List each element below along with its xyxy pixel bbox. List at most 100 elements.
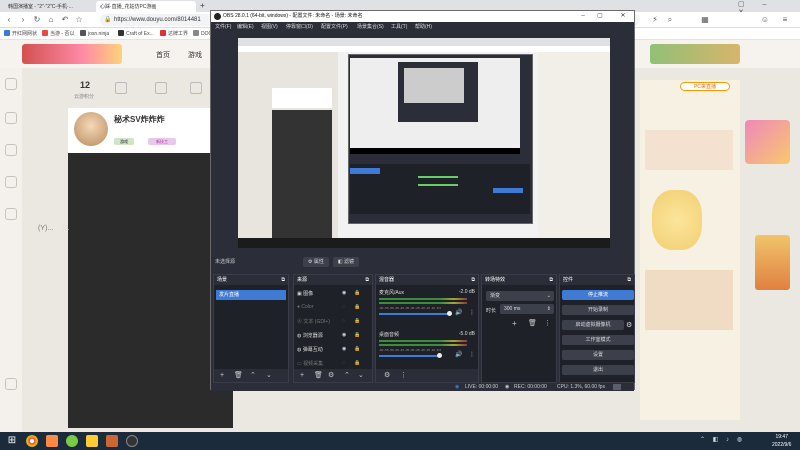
promo-banner[interactable] xyxy=(755,235,790,290)
avatar[interactable] xyxy=(74,112,108,146)
menu-icon[interactable]: ≡ xyxy=(780,15,790,25)
dock-popout-icon[interactable]: ⧉ xyxy=(627,275,631,285)
app-icon[interactable] xyxy=(46,435,58,447)
gear-icon[interactable]: ⚙ xyxy=(384,372,390,379)
exit-button[interactable]: 退出 xyxy=(562,365,634,375)
live-badge[interactable]: PC来直播 xyxy=(680,82,730,91)
browser-icon[interactable] xyxy=(66,435,78,447)
properties-button[interactable]: ⚙ 属性 xyxy=(303,257,329,267)
kebab-icon[interactable]: ⋮ xyxy=(469,309,475,316)
add-icon[interactable]: + xyxy=(220,372,224,379)
rail-follow-icon[interactable] xyxy=(5,112,17,124)
eye-icon[interactable]: ◉ xyxy=(342,332,346,338)
task-icon[interactable] xyxy=(115,82,127,94)
menu-view[interactable]: 视图(V) xyxy=(261,23,278,30)
eye-icon[interactable]: ◉ xyxy=(342,346,346,352)
close-icon[interactable]: ✕ xyxy=(616,11,630,22)
forward-icon[interactable]: › xyxy=(18,15,28,25)
start-icon[interactable]: ⊞ xyxy=(6,435,18,447)
menu-help[interactable]: 帮助(H) xyxy=(415,23,432,30)
transition-select[interactable]: 渐变 ⌄ xyxy=(486,291,554,301)
profile-icon[interactable]: ☺ xyxy=(760,15,770,25)
eye-hidden-icon[interactable]: ◌ xyxy=(342,304,345,310)
obs-icon[interactable] xyxy=(126,435,138,447)
up-arrow-icon[interactable]: ⌃ xyxy=(344,372,350,379)
kebab-icon[interactable]: ⋮ xyxy=(400,372,407,379)
volume-slider[interactable] xyxy=(379,313,449,315)
folder-icon[interactable] xyxy=(86,435,98,447)
speaker-icon[interactable]: 🔊 xyxy=(455,309,462,316)
back-icon[interactable]: ‹ xyxy=(4,15,14,25)
reload-icon[interactable]: ↻ xyxy=(32,15,42,25)
source-item[interactable]: ● Color ◌ 🔒 xyxy=(297,304,371,313)
slider-handle[interactable] xyxy=(447,311,452,316)
minimize-icon[interactable]: – xyxy=(576,11,590,22)
lock-icon[interactable]: 🔒 xyxy=(354,304,360,310)
check-icon[interactable] xyxy=(190,82,202,94)
rail-live-icon[interactable] xyxy=(5,176,17,188)
video-player[interactable]: (Y)... 11 xyxy=(38,153,233,428)
chrome-icon[interactable] xyxy=(26,435,38,447)
volume-slider[interactable] xyxy=(379,355,439,357)
start-recording-button[interactable]: 开始录制 xyxy=(562,305,634,315)
eye-hidden-icon[interactable]: ◌ xyxy=(342,360,345,366)
source-item[interactable]: Ⓐ 文本 (GDI+) ◌ 🔒 xyxy=(297,318,371,327)
new-tab-button[interactable]: + xyxy=(198,1,208,12)
lock-icon[interactable]: 🔒 xyxy=(354,346,360,352)
dock-popout-icon[interactable]: ⧉ xyxy=(471,275,475,285)
gear-icon[interactable]: ⚙ xyxy=(328,372,334,379)
maximize-icon[interactable]: ▢ xyxy=(593,11,607,22)
lightning-icon[interactable]: ⚡ xyxy=(650,15,660,25)
bookmark-item[interactable]: 当游 - 否以 xyxy=(42,30,74,37)
menu-docks[interactable]: 停靠窗口(D) xyxy=(286,23,313,30)
star-icon[interactable]: ☆ xyxy=(74,15,84,25)
rail-settings-icon[interactable] xyxy=(5,378,17,390)
bookmark-item[interactable]: josn.ninja xyxy=(80,30,109,37)
up-arrow-icon[interactable]: ⌃ xyxy=(250,372,256,379)
dock-popout-icon[interactable]: ⧉ xyxy=(281,275,285,285)
bookmark-item[interactable]: 达牌工界 xyxy=(160,30,188,37)
bookmark-item[interactable]: 开红网网状 xyxy=(4,30,37,37)
menu-file[interactable]: 文件(F) xyxy=(215,23,231,30)
nav-games[interactable]: 游戏 xyxy=(188,50,202,60)
menu-profile[interactable]: 配置文件(P) xyxy=(321,23,348,30)
slider-handle[interactable] xyxy=(437,353,442,358)
source-item[interactable]: ▣ 图像 ◉ 🔒 xyxy=(297,290,371,299)
scene-item[interactable]: 发片直播 xyxy=(216,290,286,300)
browser-tab-active[interactable]: 心踩·直播_花姑仿PC游画 xyxy=(96,1,196,12)
search-icon[interactable]: ⌕ xyxy=(665,15,675,25)
rail-home-icon[interactable] xyxy=(5,78,17,90)
trash-icon[interactable]: 🗑 xyxy=(234,372,243,379)
down-arrow-icon[interactable]: ⌄ xyxy=(266,372,272,379)
source-item[interactable]: ◍ 浏览器源 ◉ 🔒 xyxy=(297,332,371,341)
lock-icon[interactable]: 🔒 xyxy=(354,318,360,324)
browser-tab[interactable]: 韩国演播室 - "2"·"2"C-手机·... xyxy=(4,1,92,12)
lock-icon[interactable]: 🔒 xyxy=(354,290,360,296)
window-controls[interactable]: ▢ – ✕ xyxy=(738,0,798,16)
dock-popout-icon[interactable]: ⧉ xyxy=(549,275,553,285)
rail-game-icon[interactable] xyxy=(5,208,17,220)
add-icon[interactable]: + xyxy=(300,372,304,379)
app-icon[interactable] xyxy=(106,435,118,447)
trash-icon[interactable]: 🗑 xyxy=(314,372,323,379)
kebab-icon[interactable]: ⋮ xyxy=(544,319,551,327)
eye-icon[interactable]: ◉ xyxy=(342,290,346,296)
lock-icon[interactable]: 🔒 xyxy=(354,360,360,366)
bookmark-item[interactable]: Craft of Ex... xyxy=(118,30,154,37)
gear-icon[interactable]: ⚙ xyxy=(626,321,632,329)
source-item[interactable]: ◍ 弹幕互动 ◉ 🔒 xyxy=(297,346,371,355)
stop-streaming-button[interactable]: 停止推流 xyxy=(562,290,634,300)
rail-category-icon[interactable] xyxy=(5,144,17,156)
lock-icon[interactable]: 🔒 xyxy=(354,332,360,338)
filters-button[interactable]: ◧ 滤镜 xyxy=(333,257,359,267)
undo-icon[interactable]: ↶ xyxy=(60,15,70,25)
trash-icon[interactable]: 🗑 xyxy=(528,319,537,327)
settings-button[interactable]: 设置 xyxy=(562,350,634,360)
home-icon[interactable]: ⌂ xyxy=(46,15,56,25)
dock-popout-icon[interactable]: ⧉ xyxy=(365,275,369,285)
extensions-icon[interactable]: ▦ xyxy=(700,15,710,25)
studio-mode-button[interactable]: 工作室模式 xyxy=(562,335,634,345)
add-icon[interactable]: + xyxy=(512,319,517,328)
obs-preview[interactable] xyxy=(238,38,610,248)
down-arrow-icon[interactable]: ⌄ xyxy=(358,372,364,379)
